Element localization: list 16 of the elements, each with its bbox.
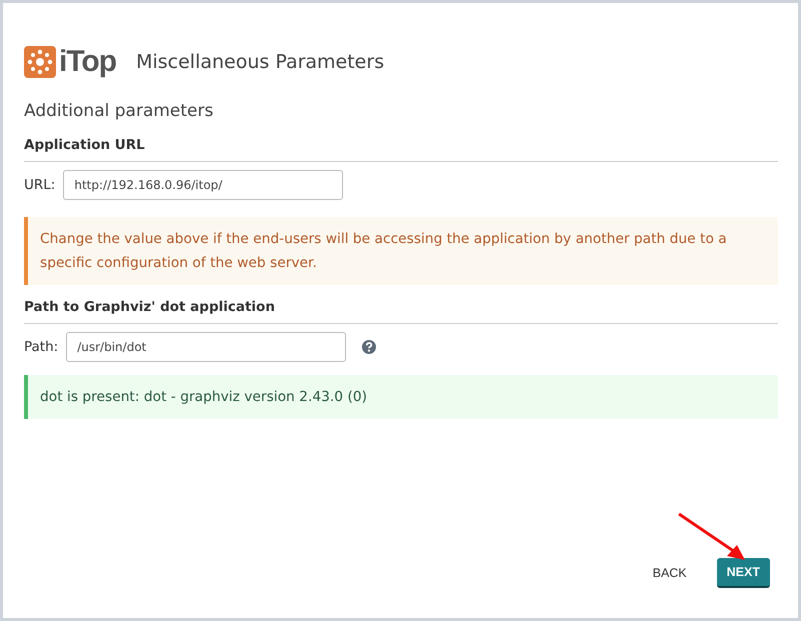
back-button[interactable]: BACK	[646, 565, 693, 581]
field-label: URL:	[24, 177, 56, 193]
annotation-arrow	[677, 512, 747, 562]
page-title: Miscellaneous Parameters	[136, 51, 384, 73]
section-heading: Application URL	[24, 121, 778, 162]
section-title: Additional parameters	[24, 101, 214, 121]
next-button[interactable]: NEXT	[716, 558, 770, 588]
section-heading: Path to Graphviz' dot application	[24, 285, 778, 324]
message-box: Change the value above if the end-users will be accessing the application by another path due to a specific configuration of the web server.	[24, 217, 778, 285]
input-field[interactable]: http://192.168.0.96/itop/	[63, 170, 344, 200]
help-icon[interactable]	[362, 340, 376, 354]
logo-icon	[24, 46, 56, 78]
message-box: dot is present: dot - graphviz version 2.43.0 (0)	[24, 375, 778, 419]
field-label: Path:	[24, 339, 58, 355]
input-field[interactable]: /usr/bin/dot	[66, 332, 346, 362]
logo-text: iTop	[59, 45, 116, 79]
